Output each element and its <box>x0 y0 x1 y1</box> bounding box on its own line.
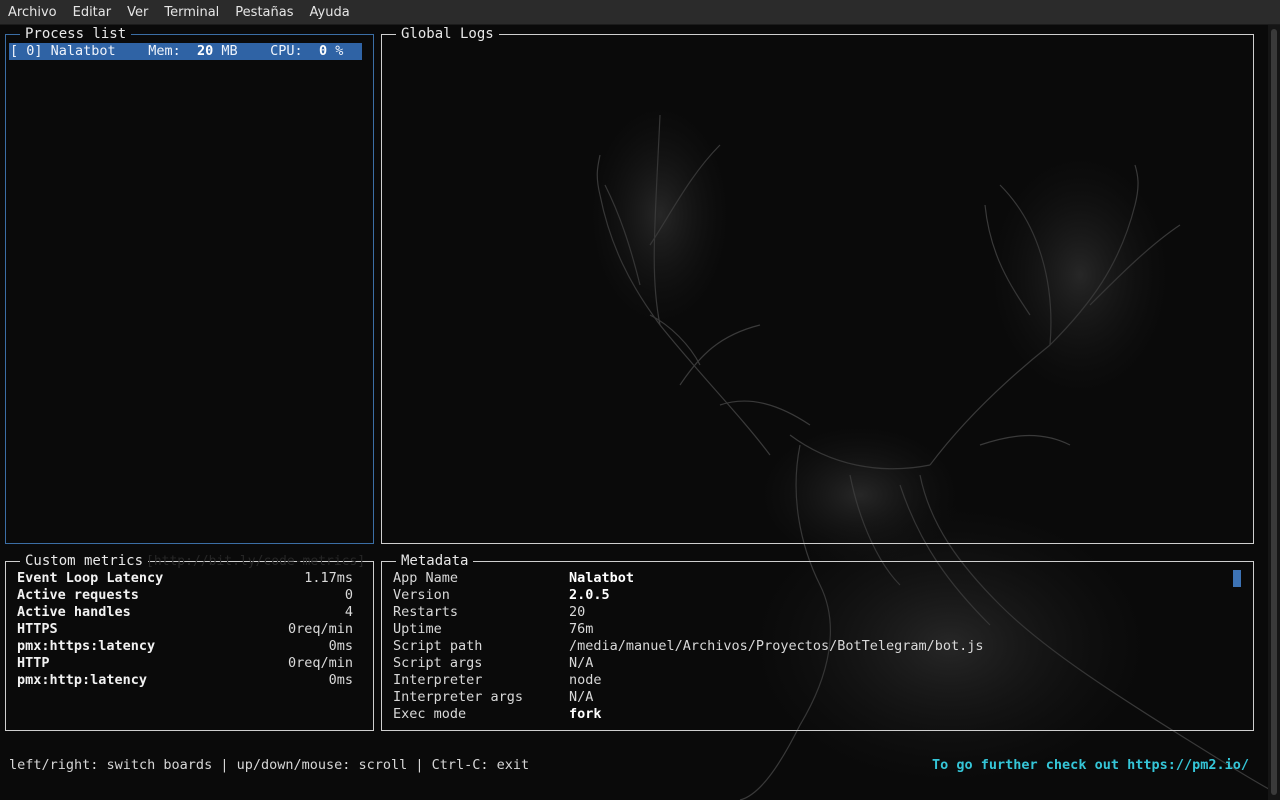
metadata-key: Script path <box>393 638 483 654</box>
metric-key: Active requests <box>17 587 139 603</box>
metric-row: pmx:http:latency 0ms <box>17 672 353 689</box>
metric-value: 0 <box>344 587 353 603</box>
metadata-key: Interpreter args <box>393 689 524 705</box>
menu-bar: Archivo Editar Ver Terminal Pestañas Ayu… <box>0 0 1280 25</box>
metric-value: 0req/min <box>287 655 353 671</box>
menu-editar[interactable]: Editar <box>73 5 112 20</box>
metadata-key: Restarts <box>393 604 459 620</box>
metadata-row: Exec mode fork <box>393 706 602 723</box>
metric-row: Event Loop Latency 1.17ms <box>17 570 353 587</box>
metric-key: pmx:http:latency <box>17 672 148 688</box>
custom-metrics-title: Custom metrics <box>20 553 149 569</box>
metadata-value: N/A <box>569 689 594 705</box>
metric-row: pmx:https:latency 0ms <box>17 638 353 655</box>
process-cpu-unit: % <box>335 43 344 59</box>
metric-value: 0ms <box>328 638 353 654</box>
process-cpu-label: CPU: <box>270 43 303 59</box>
metrics-watermark: [http://bit.ly/code-metrics] <box>146 554 366 569</box>
metric-value: 1.17ms <box>304 570 353 586</box>
metadata-row: Script path/media/manuel/Archivos/Proyec… <box>393 638 984 655</box>
metric-row: HTTP 0req/min <box>17 655 353 672</box>
metadata-value: 20 <box>569 604 586 620</box>
terminal-scrollbar[interactable] <box>1268 25 1280 800</box>
metadata-row: Script args N/A <box>393 655 593 672</box>
metric-key: HTTP <box>17 655 50 671</box>
metadata-value: node <box>569 672 602 688</box>
metadata-panel[interactable]: Metadata App Name Nalatbot Version 2.0.5 R… <box>381 553 1254 731</box>
metadata-value: fork <box>569 706 602 722</box>
process-mem-unit: MB <box>221 43 238 59</box>
metadata-key: Script args <box>393 655 483 671</box>
process-mem-label: Mem: <box>148 43 181 59</box>
metadata-row: Restarts 20 <box>393 604 585 621</box>
metadata-key: Exec mode <box>393 706 467 722</box>
metric-key: HTTPS <box>17 621 58 637</box>
terminal-scrollbar-thumb[interactable] <box>1271 29 1277 795</box>
process-cpu-value: 0 <box>318 43 328 59</box>
menu-ver[interactable]: Ver <box>127 5 148 20</box>
metadata-row: Uptime 76m <box>393 621 593 638</box>
metadata-value: 2.0.5 <box>569 587 610 603</box>
process-list-title: Process list <box>20 26 132 42</box>
metadata-key: Uptime <box>393 621 442 637</box>
metadata-value: 76m <box>569 621 594 637</box>
process-mem-value: 20 <box>196 43 214 59</box>
menu-terminal[interactable]: Terminal <box>164 5 219 20</box>
metadata-key: Interpreter <box>393 672 483 688</box>
custom-metrics-panel[interactable]: [http://bit.ly/code-metrics] Custom metr… <box>5 553 374 731</box>
process-list-panel[interactable]: Process list [ 0] Nalatbot Mem: 20 MB CP… <box>5 26 374 544</box>
metric-row: Active handles 4 <box>17 604 353 621</box>
metadata-row: Interpreter args N/A <box>393 689 593 706</box>
process-index: [ 0] <box>10 43 43 59</box>
keyboard-help-text: left/right: switch boards | up/down/mous… <box>9 757 530 773</box>
metadata-row: Version 2.0.5 <box>393 587 610 604</box>
metric-row: HTTPS 0req/min <box>17 621 353 638</box>
global-logs-panel[interactable]: Global Logs <box>381 26 1254 544</box>
metric-key: Event Loop Latency <box>17 570 164 586</box>
metric-value: 0req/min <box>287 621 353 637</box>
metadata-row: Interpreter node <box>393 672 602 689</box>
metric-value: 4 <box>344 604 353 620</box>
global-logs-title: Global Logs <box>396 26 499 42</box>
metadata-value: Nalatbot <box>569 570 635 586</box>
metric-value: 0ms <box>328 672 353 688</box>
process-row[interactable]: [ 0] Nalatbot Mem: 20 MB CPU: 0 % <box>9 43 362 60</box>
pm2-link[interactable]: To go further check out https://pm2.io/ <box>932 756 1249 774</box>
metadata-row: App Name Nalatbot <box>393 570 634 587</box>
metadata-value: N/A <box>569 655 594 671</box>
metadata-scroll-indicator[interactable] <box>1233 570 1241 587</box>
menu-ayuda[interactable]: Ayuda <box>310 5 350 20</box>
metadata-value: /media/manuel/Archivos/Proyectos/BotTele… <box>569 638 984 654</box>
menu-pestanas[interactable]: Pestañas <box>235 5 293 20</box>
metric-key: pmx:https:latency <box>17 638 156 654</box>
metadata-key: App Name <box>393 570 459 586</box>
metric-row: Active requests 0 <box>17 587 353 604</box>
metadata-title: Metadata <box>396 553 474 569</box>
process-name: Nalatbot <box>50 43 116 59</box>
menu-archivo[interactable]: Archivo <box>8 5 57 20</box>
metric-key: Active handles <box>17 604 131 620</box>
metadata-key: Version <box>393 587 450 603</box>
